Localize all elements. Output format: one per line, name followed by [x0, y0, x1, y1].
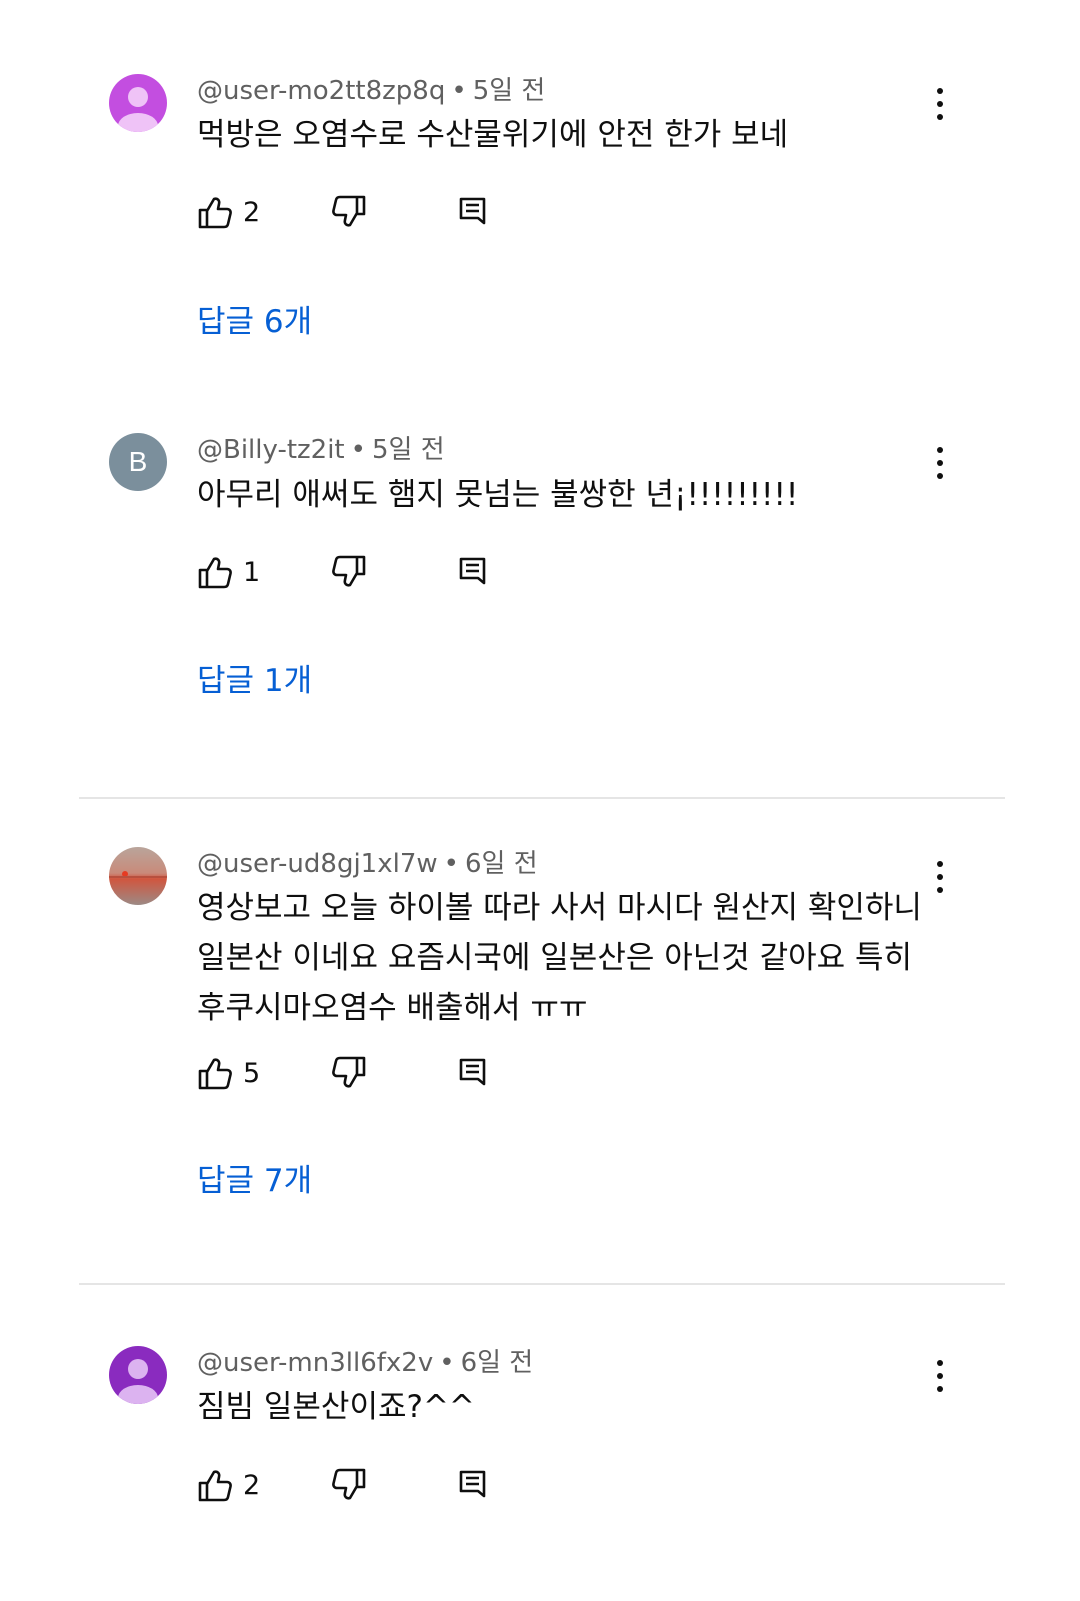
- comment-meta: @user-mo2tt8zp8q • 5일 전: [197, 74, 545, 108]
- comment-time: 6일 전: [464, 849, 538, 879]
- like-button[interactable]: 2: [197, 1467, 260, 1503]
- comment-reply-icon: [459, 1058, 486, 1086]
- dislike-button[interactable]: [331, 1055, 367, 1095]
- more-vertical-icon: [937, 861, 943, 867]
- author-name[interactable]: @user-ud8gj1xl7w: [197, 849, 438, 879]
- comment-text: 영상보고 오늘 하이볼 따라 사서 마시다 원산지 확인하니 일본산 이네요 요…: [197, 883, 937, 1033]
- reply-button[interactable]: [455, 554, 491, 594]
- comment-time: 6일 전: [460, 1348, 534, 1378]
- like-button[interactable]: 5: [197, 1055, 260, 1091]
- view-replies-link[interactable]: 답글 1개: [197, 655, 312, 700]
- dislike-button[interactable]: [331, 1467, 367, 1507]
- reply-button[interactable]: [455, 1055, 491, 1095]
- user-avatar-icon: [109, 74, 167, 132]
- thread-divider: [79, 1283, 1005, 1285]
- thumbs-down-icon: [332, 555, 366, 587]
- comment-actions: 2: [197, 194, 517, 234]
- thumbs-up-icon: [198, 557, 232, 589]
- avatar[interactable]: [109, 1346, 167, 1404]
- thumbs-up-icon: [198, 1058, 232, 1090]
- separator-dot: •: [443, 849, 459, 879]
- more-vertical-icon: [937, 447, 943, 453]
- separator-dot: •: [451, 76, 467, 106]
- reply-button[interactable]: [455, 1467, 491, 1507]
- like-count: 1: [243, 556, 261, 588]
- comment-text: 아무리 애써도 햄지 못넘는 불쌍한 년¡!!!!!!!!!: [197, 477, 799, 513]
- thumbs-up-icon: [198, 197, 232, 229]
- thumbs-down-icon: [332, 1056, 366, 1088]
- comment-text: 짐빔 일본산이죠?^^: [197, 1389, 475, 1425]
- thumbs-down-icon: [332, 195, 366, 227]
- like-button[interactable]: 2: [197, 194, 260, 230]
- sunset-photo-avatar-icon: [109, 847, 167, 905]
- more-vertical-icon: [937, 88, 943, 94]
- thumbs-up-icon: [198, 1470, 232, 1502]
- like-count: 2: [243, 1469, 261, 1501]
- comment-text-line: 영상보고 오늘 하이볼 따라 사서 마시다 원산지 확인하니: [197, 890, 922, 926]
- separator-dot: •: [439, 1348, 455, 1378]
- thread-divider: [79, 797, 1005, 799]
- reply-button[interactable]: [455, 194, 491, 234]
- comment-actions: 5: [197, 1055, 517, 1095]
- author-name[interactable]: @Billy-tz2it: [197, 435, 345, 465]
- author-name[interactable]: @user-mn3ll6fx2v: [197, 1348, 433, 1378]
- view-replies-link[interactable]: 답글 6개: [197, 296, 312, 341]
- comment-text-line: 후쿠시마오염수 배출해서 ㅠㅠ: [197, 990, 588, 1026]
- like-button[interactable]: 1: [197, 554, 260, 590]
- avatar[interactable]: B: [109, 433, 167, 491]
- avatar-letter: B: [128, 446, 148, 477]
- dislike-button[interactable]: [331, 554, 367, 594]
- comment-meta: @user-ud8gj1xl7w • 6일 전: [197, 847, 538, 881]
- comment-text-line: 일본산 이네요 요즘시국에 일본산은 아닌것 같아요 특히: [197, 940, 913, 976]
- more-vertical-icon: [937, 1360, 943, 1366]
- user-avatar-icon: [109, 1346, 167, 1404]
- comment-meta: @Billy-tz2it • 5일 전: [197, 433, 445, 467]
- like-count: 5: [243, 1057, 261, 1089]
- comment-actions: 2: [197, 1467, 517, 1507]
- comment-actions: 1: [197, 554, 517, 594]
- comment-text: 먹방은 오염수로 수산물위기에 안전 한가 보네: [197, 117, 789, 153]
- avatar[interactable]: [109, 74, 167, 132]
- comment-reply-icon: [459, 1470, 486, 1498]
- separator-dot: •: [350, 435, 366, 465]
- comment-reply-icon: [459, 197, 486, 225]
- dislike-button[interactable]: [331, 194, 367, 234]
- comment-meta: @user-mn3ll6fx2v • 6일 전: [197, 1346, 533, 1380]
- comment-time: 5일 전: [371, 435, 445, 465]
- thumbs-down-icon: [332, 1468, 366, 1500]
- author-name[interactable]: @user-mo2tt8zp8q: [197, 76, 445, 106]
- comment-reply-icon: [459, 557, 486, 585]
- avatar[interactable]: [109, 847, 167, 905]
- like-count: 2: [243, 196, 261, 228]
- view-replies-link[interactable]: 답글 7개: [197, 1155, 312, 1200]
- comment-time: 5일 전: [472, 76, 546, 106]
